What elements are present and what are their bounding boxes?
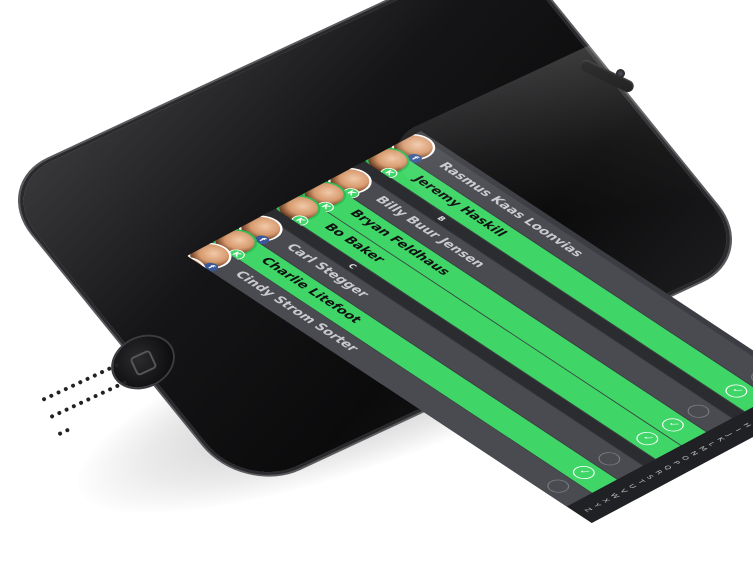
grille-dot: [92, 372, 98, 379]
grille-dot: [57, 430, 63, 437]
grille-dot: [56, 410, 62, 416]
grille-dot: [41, 396, 47, 402]
grille-dot: [84, 376, 91, 382]
speaker-grille: [36, 353, 134, 437]
grille-dot: [63, 386, 69, 392]
empty-circle-icon[interactable]: [517, 490, 549, 510]
empty-circle-icon[interactable]: [593, 449, 625, 469]
grille-dot: [85, 396, 91, 403]
grille-dot: [71, 403, 77, 409]
grille-dot: [48, 393, 54, 399]
grille-dot: [64, 427, 71, 433]
grille-dot: [113, 362, 120, 369]
empty-circle-icon[interactable]: [466, 517, 497, 524]
grille-dot: [114, 383, 120, 389]
empty-circle-icon[interactable]: [491, 504, 523, 523]
empty-circle-icon[interactable]: [683, 402, 714, 421]
grille-dot: [70, 382, 76, 389]
grille-dot: [107, 386, 113, 393]
front-camera-icon: [616, 69, 625, 78]
grille-dot: [92, 393, 99, 399]
home-square-icon: [129, 349, 158, 377]
grille-dot: [55, 389, 62, 396]
checkmark-icon[interactable]: ✓: [568, 463, 600, 482]
grille-dot: [99, 369, 105, 375]
grille-dot: [77, 379, 83, 385]
checkmark-icon[interactable]: ✓: [720, 381, 752, 401]
grille-dot: [63, 406, 70, 413]
grille-dot: [49, 413, 55, 420]
grille-dot: [78, 400, 84, 406]
checkmark-icon[interactable]: ✓: [631, 429, 663, 448]
checkmark-icon[interactable]: ✓: [657, 415, 689, 435]
grille-dot: [100, 390, 106, 396]
grille-dot: [121, 379, 128, 386]
grille-dot: [106, 366, 112, 372]
empty-circle-icon[interactable]: [542, 476, 574, 496]
